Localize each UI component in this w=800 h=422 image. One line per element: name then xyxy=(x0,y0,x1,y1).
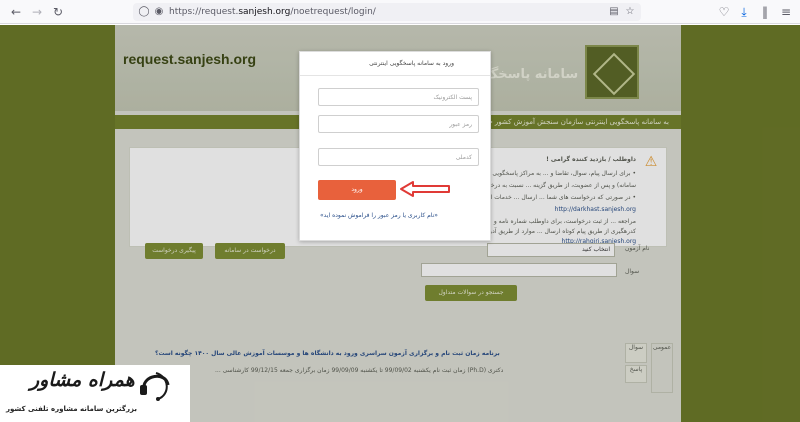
library-icon[interactable]: ‖ xyxy=(757,4,773,20)
url-text[interactable]: https://request.sanjesh.org/noetrequest/… xyxy=(169,3,376,21)
lock-icon[interactable]: ◉ xyxy=(152,4,166,20)
back-icon[interactable]: ← xyxy=(8,4,24,20)
modal-header: ورود به سامانه پاسخگویی اینترنتی xyxy=(300,52,490,76)
reader-icon[interactable]: ▤ xyxy=(607,4,621,20)
watermark-subtitle: بزرگترین سامانه مشاوره تلفنی کشور xyxy=(6,405,137,413)
password-field[interactable] xyxy=(318,115,479,133)
email-field[interactable] xyxy=(318,88,479,106)
watermark-logo-text: همراه مشاور xyxy=(30,369,135,391)
headset-icon xyxy=(140,372,170,401)
shield-icon[interactable]: ◯ xyxy=(137,4,151,20)
pocket-icon[interactable]: ♡ xyxy=(716,4,732,20)
modal-title: ورود به سامانه پاسخگویی اینترنتی xyxy=(369,60,454,67)
national-code-field[interactable] xyxy=(318,148,479,166)
address-bar[interactable]: ◯ ◉ https://request.sanjesh.org/noetrequ… xyxy=(133,3,641,21)
bookmark-star-icon[interactable]: ☆ xyxy=(623,4,637,20)
reload-icon[interactable]: ↻ xyxy=(50,4,66,20)
annotation-arrow-icon xyxy=(400,181,450,197)
browser-toolbar: ← → ↻ ◯ ◉ https://request.sanjesh.org/no… xyxy=(0,0,800,24)
watermark: همراه مشاور بزرگترین سامانه مشاوره تلفنی… xyxy=(0,365,190,422)
login-modal: ورود به سامانه پاسخگویی اینترنتی ورود «ن… xyxy=(299,51,491,241)
forward-icon[interactable]: → xyxy=(29,4,45,20)
menu-icon[interactable]: ≡ xyxy=(778,4,794,20)
download-icon[interactable]: ⤓ xyxy=(736,4,752,20)
login-button[interactable]: ورود xyxy=(318,180,396,200)
forgot-password-link[interactable]: «نام کاربری یا رمز عبور را فراموش نموده … xyxy=(320,212,438,219)
